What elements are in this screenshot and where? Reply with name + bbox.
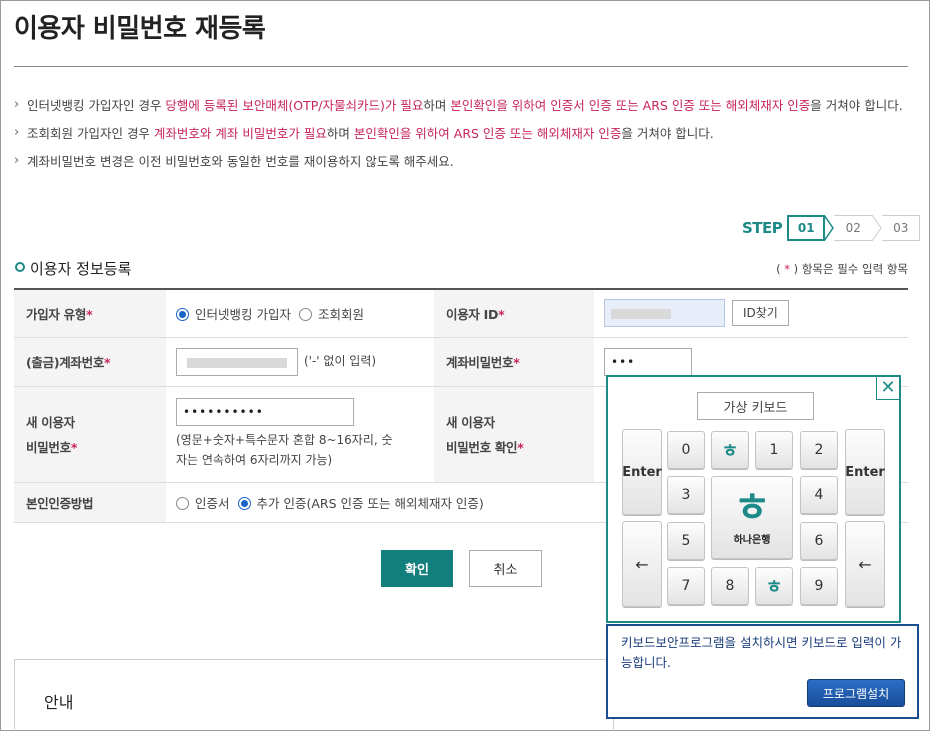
hana-bank-logo-key[interactable]: ㅎ 하나은행 — [711, 476, 793, 559]
confirm-password-label: 새 이용자 비밀번호 확인* — [434, 386, 594, 483]
key-backspace-left[interactable]: ← — [622, 521, 662, 607]
notice-internet-banking: 인터넷뱅킹 가입자인 경우 당행에 등록된 보안매체(OTP/자물쇠카드)가 필… — [14, 91, 908, 120]
close-icon[interactable]: ✕ — [876, 377, 899, 400]
confirm-button[interactable]: 확인 — [381, 550, 453, 587]
user-type-label: 가입자 유형* — [14, 289, 166, 338]
account-password-label: 계좌비밀번호* — [434, 337, 594, 387]
step-03: 03 — [882, 215, 921, 241]
notice-list: 인터넷뱅킹 가입자인 경우 당행에 등록된 보안매체(OTP/자물쇠카드)가 필… — [14, 91, 908, 176]
info-box: 안내 — [14, 659, 614, 731]
user-id-label: 이용자 ID* — [434, 289, 594, 338]
cancel-button[interactable]: 취소 — [469, 550, 542, 587]
keyboard-security-notice-text: 키보드보안프로그램을 설치하시면 키보드로 입력이 가능합니다. — [621, 635, 902, 670]
radio-certificate[interactable] — [176, 496, 189, 510]
key-3[interactable]: 3 — [667, 476, 705, 514]
key-6[interactable]: 6 — [800, 522, 838, 560]
new-password-input[interactable]: •••••••••• — [176, 398, 354, 426]
key-7[interactable]: 7 — [667, 567, 705, 605]
user-id-cell: ID찾기 — [594, 289, 908, 338]
notice-inquiry-member: 조회회원 가입자인 경우 계좌번호와 계좌 비밀번호가 필요하며 본인확인을 위… — [14, 119, 908, 148]
key-8[interactable]: 8 — [711, 567, 749, 605]
user-id-input[interactable] — [604, 299, 725, 328]
key-enter-left[interactable]: Enter — [622, 429, 662, 515]
key-1[interactable]: 1 — [755, 431, 793, 469]
form-row-user-type: 가입자 유형* 인터넷뱅킹 가입자 조회회원 이용자 ID* ID찾기 — [14, 289, 908, 338]
step-indicator: STEP 01 02 03 — [742, 215, 921, 241]
title-divider — [14, 66, 908, 67]
hana-logo-text: 하나은행 — [733, 535, 771, 546]
step-01: 01 — [787, 215, 826, 241]
key-9[interactable]: 9 — [800, 567, 838, 605]
password-rule-help: (영문+숫자+특수문자 혼합 8~16자리, 숫 자는 연속하여 6자리까지 가능… — [176, 433, 393, 467]
radio-additional-auth[interactable] — [237, 496, 251, 510]
keyboard-security-notice: 키보드보안프로그램을 설치하시면 키보드로 입력이 가능합니다. 프로그램설치 — [606, 624, 919, 719]
step-chevron-icon — [824, 215, 835, 241]
page-title: 이용자 비밀번호 재등록 — [14, 14, 266, 44]
radio-inquiry-member[interactable] — [298, 307, 312, 321]
key-backspace-right[interactable]: ← — [845, 521, 885, 607]
account-number-input[interactable] — [176, 347, 298, 376]
install-program-button[interactable]: 프로그램설치 — [807, 679, 905, 707]
account-password-input[interactable]: ••• — [604, 347, 692, 376]
key-4[interactable]: 4 — [800, 476, 838, 514]
step-chevron-icon — [872, 215, 882, 241]
account-cell: ('-' 없이 입력) — [166, 337, 434, 387]
notice-password-reuse: 계좌비밀번호 변경은 이전 비밀번호와 동일한 번호를 재이용하지 않도록 해주… — [14, 147, 908, 176]
account-hint: ('-' 없이 입력) — [303, 354, 377, 368]
key-blank-logo-icon[interactable]: ㅎ — [711, 431, 749, 469]
key-0[interactable]: 0 — [667, 431, 705, 469]
required-note: ( * ) 항목은 필수 입력 항목 — [776, 262, 908, 276]
user-type-options: 인터넷뱅킹 가입자 조회회원 — [166, 289, 434, 338]
key-2[interactable]: 2 — [800, 431, 838, 469]
new-password-label: 새 이용자 비밀번호* — [14, 386, 166, 483]
radio-internet-banking[interactable] — [176, 307, 189, 321]
key-blank-logo-icon[interactable]: ㅎ — [755, 567, 793, 605]
hana-logo-icon: ㅎ — [733, 485, 771, 531]
step-label: STEP — [742, 219, 783, 237]
key-5[interactable]: 5 — [667, 522, 705, 560]
section-title: 이용자 정보등록 — [30, 260, 132, 278]
auth-method-label: 본인인증방법 — [14, 482, 166, 523]
account-label: (출금)계좌번호* — [14, 337, 166, 387]
virtual-keyboard-title: 가상 키보드 — [697, 392, 814, 420]
info-title: 안내 — [44, 693, 74, 712]
step-02: 02 — [834, 215, 873, 241]
section-bullet-icon — [15, 262, 25, 272]
section-header: 이용자 정보등록 ( * ) 항목은 필수 입력 항목 — [14, 256, 908, 280]
new-password-cell: •••••••••• (영문+숫자+특수문자 혼합 8~16자리, 숫 자는 연속… — [166, 386, 434, 483]
key-enter-right[interactable]: Enter — [845, 429, 885, 515]
virtual-keyboard: ✕ 가상 키보드 Enter Enter ← ← 0 ㅎ 1 2 3 ㅎ 하나은… — [606, 375, 901, 623]
find-id-button[interactable]: ID찾기 — [731, 300, 789, 327]
